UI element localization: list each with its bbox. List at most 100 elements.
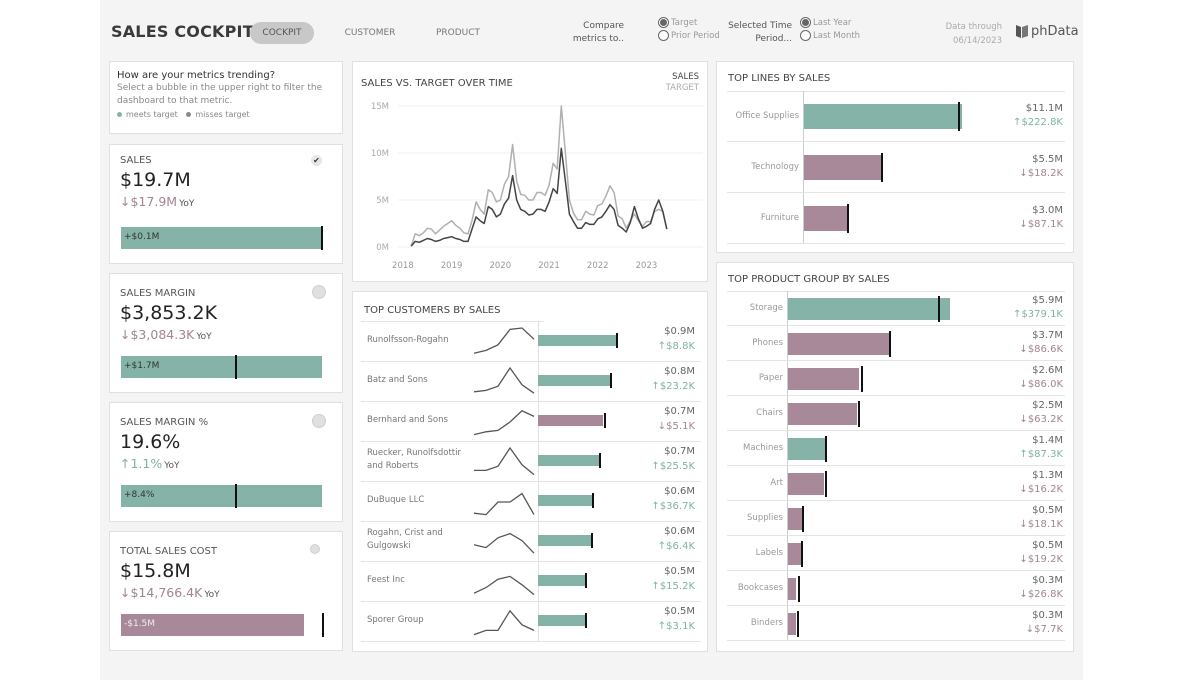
kpi-card[interactable]: SALES MARGIN $3,853.2K ↓$3,084.3K YoY +$1.7M xyxy=(109,273,343,393)
sales-line[interactable] xyxy=(410,147,668,247)
sales-bar[interactable] xyxy=(788,332,890,355)
sales-bar[interactable] xyxy=(788,577,797,600)
delta-value: ↑$23.2K xyxy=(651,381,695,392)
kpi-yoy-value: 1.1% xyxy=(130,456,163,471)
sales-bar[interactable] xyxy=(804,155,883,180)
customer-row[interactable]: Bernhard and Sons $0.7M ↓$5.1K xyxy=(353,401,709,442)
radio-prior-period[interactable]: Prior Period xyxy=(658,29,720,42)
sales-value: $2.6M xyxy=(1032,364,1063,376)
arrow-down-icon: ↓ xyxy=(1019,378,1028,390)
tab-customer[interactable]: CUSTOMER xyxy=(336,22,404,44)
sales-bar[interactable] xyxy=(788,367,860,390)
customer-row[interactable]: Batz and Sons $0.8M ↑$23.2K xyxy=(353,361,709,402)
kpi-select-bubble[interactable] xyxy=(310,544,320,554)
category-label: Bookcases xyxy=(737,582,783,593)
app-title: SALES COCKPIT xyxy=(111,22,254,41)
sales-bar[interactable] xyxy=(804,206,847,231)
arrow-down-icon: ↓ xyxy=(120,585,131,600)
sales-value: $0.3M xyxy=(1032,574,1063,586)
x-tick-label: 2020 xyxy=(489,261,511,271)
tab-product[interactable]: PRODUCT xyxy=(426,22,490,44)
delta-value: ↑$25.5K xyxy=(651,461,695,472)
bar-row[interactable]: Machines $1.4M ↑$87.3K xyxy=(717,431,1075,466)
sales-target-line-chart[interactable]: 0M 5M 10M 15M 2018 2019 2020 2021 2022 2023 xyxy=(353,62,709,283)
arrow-down-icon: ↓ xyxy=(1025,623,1035,635)
delta-amount: $63.2K xyxy=(1027,413,1063,425)
customer-row[interactable]: Rogahn, Crist and Gulgowski $0.6M ↑$6.4K xyxy=(353,521,709,562)
kpi-card[interactable]: SALES MARGIN % 19.6% ↑1.1% YoY +8.4% xyxy=(109,402,343,522)
bar-row[interactable]: Labels $0.5M ↓$19.2K xyxy=(717,536,1075,571)
bar-row[interactable]: Furniture $3.0M ↓$87.1K xyxy=(717,193,1075,244)
radio-last-month[interactable]: Last Month xyxy=(800,29,860,42)
tab-cockpit[interactable]: COCKPIT xyxy=(250,22,314,44)
sales-bar[interactable] xyxy=(538,415,604,426)
period-label-line2: Period... xyxy=(755,34,792,44)
bar-row[interactable]: Supplies $0.5M ↓$18.1K xyxy=(717,501,1075,536)
sales-bar[interactable] xyxy=(788,472,824,495)
meets-dot-icon xyxy=(117,112,122,117)
customer-name: Rogahn, Crist and Gulgowski xyxy=(367,528,443,551)
bar-row[interactable]: Bookcases $0.3M ↓$26.8K xyxy=(717,571,1075,606)
logo-book-icon xyxy=(1016,25,1028,38)
sales-bar[interactable] xyxy=(538,375,611,386)
bar-row[interactable]: Office Supplies $11.1M ↑$222.8K xyxy=(717,91,1075,142)
sales-bar[interactable] xyxy=(538,575,585,586)
target-marker xyxy=(938,295,941,322)
bar-row[interactable]: Phones $3.7M ↓$86.6K xyxy=(717,326,1075,361)
delta-value: ↓$19.2K xyxy=(1019,554,1063,565)
bar-row[interactable]: Art $1.3M ↓$16.2K xyxy=(717,466,1075,501)
sales-bar[interactable] xyxy=(788,402,857,425)
sales-bar[interactable] xyxy=(804,104,962,129)
arrow-down-icon: ↓ xyxy=(1019,518,1028,530)
customer-name: Feest Inc xyxy=(367,575,405,585)
bar-row[interactable]: Technology $5.5M ↓$18.2K xyxy=(717,142,1075,193)
sales-bar[interactable] xyxy=(788,612,797,635)
sparkline-path xyxy=(473,492,535,516)
customer-row[interactable]: DuBuque LLC $0.6M ↑$36.7K xyxy=(353,481,709,522)
customer-row[interactable]: Feest Inc $0.5M ↑$15.2K xyxy=(353,561,709,602)
kpi-yoy-suffix: YoY xyxy=(179,199,195,209)
sales-value: $2.5M xyxy=(1032,399,1063,411)
sales-value: $1.3M xyxy=(1032,469,1063,481)
kpi-card[interactable]: SALES $19.7M ↓$17.9M YoY ✔ +$0.1M xyxy=(109,144,343,264)
kpi-name: TOTAL SALES COST xyxy=(120,546,218,557)
bar-row[interactable]: Paper $2.6M ↓$86.0K xyxy=(717,361,1075,396)
bar-row[interactable]: Chairs $2.5M ↓$63.2K xyxy=(717,396,1075,431)
radio-last-year[interactable]: Last Year xyxy=(800,16,860,29)
sales-value: $3.0M xyxy=(1032,204,1063,216)
kpi-card[interactable]: TOTAL SALES COST $15.8M ↓$14,766.4K YoY -$1.… xyxy=(109,531,343,651)
sales-value: $1.4M xyxy=(1032,434,1063,446)
sales-bar[interactable] xyxy=(788,437,827,460)
customer-row[interactable]: Runolfsson-Rogahn $0.9M ↑$8.8K xyxy=(353,321,709,362)
bar-row[interactable]: Storage $5.9M ↑$379.1K xyxy=(717,291,1075,326)
sales-bar[interactable] xyxy=(538,495,593,506)
target-marker xyxy=(858,400,861,427)
delta-amount: $87.1K xyxy=(1027,218,1063,230)
kpi-select-bubble[interactable] xyxy=(312,414,326,428)
category-label: Technology xyxy=(751,161,799,172)
kpi-yoy-value: $3,084.3K xyxy=(130,327,195,342)
sales-bar[interactable] xyxy=(538,335,617,346)
sales-bar[interactable] xyxy=(788,507,802,530)
sales-vs-target-panel: SALES VS. TARGET OVER TIME SALES TARGET … xyxy=(352,61,708,282)
kpi-select-bubble[interactable] xyxy=(312,285,326,299)
phdata-logo: phData xyxy=(1015,23,1079,39)
bar-row[interactable]: Binders $0.3M ↓$7.7K xyxy=(717,606,1075,641)
kpi-value: $15.8M xyxy=(120,560,191,582)
sales-bar[interactable] xyxy=(788,297,950,320)
compare-radio-group: Target Prior Period xyxy=(658,16,720,42)
sales-bar[interactable] xyxy=(788,542,802,565)
radio-target[interactable]: Target xyxy=(658,16,720,29)
check-icon[interactable]: ✔ xyxy=(311,155,322,166)
sales-bar[interactable] xyxy=(538,455,600,466)
arrow-up-icon: ↑ xyxy=(651,461,660,472)
delta-value: ↓$26.8K xyxy=(1019,589,1063,600)
sales-bar[interactable] xyxy=(538,615,585,626)
sales-bar[interactable] xyxy=(538,535,591,546)
customer-row[interactable]: Ruecker, Runolfsdottir and Roberts $0.7M ↑… xyxy=(353,441,709,482)
sparkline xyxy=(474,446,535,476)
category-label: Storage xyxy=(749,302,783,313)
category-label: Paper xyxy=(758,372,783,383)
kpi-progress-bar: +$1.7M xyxy=(121,356,322,378)
customer-row[interactable]: Sporer Group $0.5M ↑$3.1K xyxy=(353,601,709,642)
